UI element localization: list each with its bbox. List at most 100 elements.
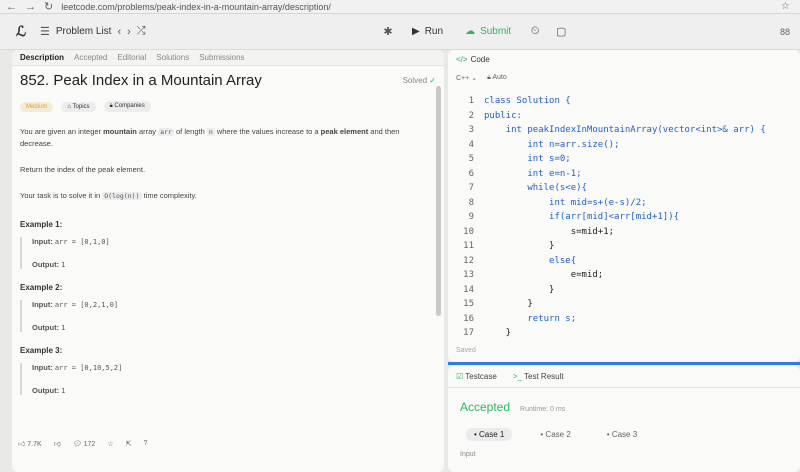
tab-submissions[interactable]: Submissions <box>199 53 244 62</box>
favorite-star-icon[interactable]: ☆ <box>107 440 113 448</box>
url-text[interactable]: leetcode.com/problems/peak-index-in-a-mo… <box>61 2 331 12</box>
example-block: Input: arr = [0,2,1,0] Output: 1 <box>20 300 436 332</box>
code-text: int peakIndexInMountainArray(vector<int>… <box>484 125 766 136</box>
code-line[interactable]: 7 while(s<e){ <box>448 181 800 196</box>
like-button[interactable]: 👍︎ 7.7K <box>18 439 42 448</box>
code-line[interactable]: 11 } <box>448 239 800 254</box>
code-line[interactable]: 10 s=mid+1; <box>448 225 800 240</box>
problem-title[interactable]: 852. Peak Index in a Mountain Array <box>20 72 262 89</box>
dislike-button[interactable]: 👎︎ <box>54 439 61 448</box>
layout-icon[interactable]: 88 <box>780 27 790 37</box>
companies-label: Companies <box>114 103 145 109</box>
tab-description[interactable]: Description <box>20 53 64 62</box>
reload-icon[interactable]: ↻ <box>44 0 53 13</box>
code-line[interactable]: 8 int mid=s+(e-s)/2; <box>448 196 800 211</box>
code-text: if(arr[mid]<arr[mid+1]){ <box>484 212 680 223</box>
code-line[interactable]: 15 } <box>448 297 800 312</box>
output-label: Output: <box>32 386 60 395</box>
example-output: 1 <box>61 387 66 395</box>
example-input: arr = [0,10,5,2] <box>54 364 123 372</box>
inline-code-complexity: O(log(n)) <box>102 192 142 200</box>
problem-description: You are given an integer mountain array … <box>12 112 436 202</box>
play-icon: ▶ <box>412 26 420 37</box>
case-tab-3[interactable]: • Case 3 <box>599 428 645 441</box>
code-line[interactable]: 6 int e=n-1; <box>448 167 800 182</box>
editor-settings: C++ ⌄ 🔒︎ Auto <box>448 68 800 88</box>
tab-code[interactable]: Code <box>471 55 490 64</box>
code-text: public: <box>484 110 522 121</box>
code-text: } <box>484 299 533 310</box>
solved-label: Solved <box>402 76 428 85</box>
description-scrollbar[interactable] <box>436 86 441 316</box>
line-number: 4 <box>468 139 474 150</box>
list-icon: ☰ <box>40 26 50 38</box>
leetcode-logo-icon[interactable]: ℒ <box>12 23 30 41</box>
topics-badge[interactable]: ⌂ Topics <box>61 101 96 112</box>
test-result-label: Test Result <box>524 372 564 381</box>
code-text: else{ <box>484 255 577 266</box>
line-number: 15 <box>463 299 474 310</box>
desc-text: of length <box>173 127 207 136</box>
line-number: 14 <box>463 284 474 295</box>
back-icon[interactable]: ← <box>6 1 17 13</box>
description-paragraph: Return the index of the peak element. <box>20 165 146 174</box>
help-icon[interactable]: ? <box>143 440 147 447</box>
prev-problem-icon[interactable]: ‹ <box>117 26 121 38</box>
difficulty-badge: Medium <box>20 101 54 112</box>
timer-icon[interactable]: ⏲ <box>527 24 543 40</box>
bookmark-star-icon[interactable]: ☆ <box>781 1 790 12</box>
example-block: Input: arr = [0,1,0] Output: 1 <box>20 237 436 269</box>
example-output: 1 <box>61 324 66 332</box>
tab-accepted[interactable]: Accepted <box>74 53 107 62</box>
example-input: arr = [0,1,0] <box>54 238 110 246</box>
code-line[interactable]: 17 } <box>448 326 800 341</box>
case-tab-2[interactable]: • Case 2 <box>532 428 578 441</box>
code-text: return s; <box>484 313 577 324</box>
input-label: Input: <box>32 300 53 309</box>
desc-text: You are given an integer <box>20 127 104 136</box>
panel-splitter[interactable] <box>448 362 800 365</box>
run-button[interactable]: ▶ Run <box>406 23 449 40</box>
code-line[interactable]: 13 e=mid; <box>448 268 800 283</box>
code-line[interactable]: 14 } <box>448 283 800 298</box>
submit-button[interactable]: ☁ Submit <box>459 23 517 40</box>
next-problem-icon[interactable]: › <box>127 26 131 38</box>
code-line[interactable]: 5 int s=0; <box>448 152 800 167</box>
code-icon: </> <box>456 54 468 64</box>
code-line[interactable]: 9 if(arr[mid]<arr[mid+1]){ <box>448 210 800 225</box>
saved-status: Saved <box>456 347 476 354</box>
notes-icon[interactable]: ▢ <box>553 24 569 40</box>
problem-list-nav[interactable]: ☰ Problem List ‹ › ⤮ <box>40 25 146 38</box>
debug-icon[interactable]: ✱ <box>380 24 396 40</box>
code-line[interactable]: 2 public: <box>448 109 800 124</box>
companies-badge[interactable]: 🔒︎ Companies <box>103 101 151 112</box>
auto-mode[interactable]: 🔒︎ Auto <box>487 74 507 82</box>
chevron-down-icon: ⌄ <box>471 75 478 82</box>
code-line[interactable]: 1 class Solution { <box>448 94 800 109</box>
code-editor[interactable]: 1 class Solution {2 public: 3 int peakIndex… <box>448 94 800 341</box>
tag-icon: ⌂ <box>67 103 71 110</box>
comments-button[interactable]: 💬︎ 172 <box>73 440 96 448</box>
forward-icon[interactable]: → <box>25 1 36 13</box>
code-text: int mid=s+(e-s)/2; <box>484 197 647 208</box>
runtime-text: Runtime: 0 ms <box>520 406 566 413</box>
line-number: 6 <box>468 168 474 179</box>
share-icon[interactable]: ⇱ <box>126 440 132 448</box>
code-line[interactable]: 12 else{ <box>448 254 800 269</box>
tab-testcase[interactable]: ☑ Testcase <box>456 372 497 381</box>
comment-icon: 💬︎ <box>72 440 82 448</box>
tab-test-result[interactable]: >_ Test Result <box>513 372 564 381</box>
line-number: 13 <box>463 270 474 281</box>
code-line[interactable]: 3 int peakIndexInMountainArray(vector<in… <box>448 123 800 138</box>
code-line[interactable]: 4 int n=arr.size(); <box>448 138 800 153</box>
tab-editorial[interactable]: Editorial <box>117 53 146 62</box>
desc-text: where the values increase to a <box>214 127 321 136</box>
code-line[interactable]: 16 return s; <box>448 312 800 327</box>
case-tab-1[interactable]: • Case 1 <box>466 428 513 441</box>
submit-label: Submit <box>480 26 512 37</box>
testcase-label: Testcase <box>465 372 497 381</box>
tab-solutions[interactable]: Solutions <box>156 53 189 62</box>
language-select[interactable]: C++ ⌄ <box>456 74 477 82</box>
shuffle-icon[interactable]: ⤮ <box>137 25 146 38</box>
problem-stats-bar: 👍︎ 7.7K 👎︎ 💬︎ 172 ☆ ⇱ ? <box>18 439 147 448</box>
